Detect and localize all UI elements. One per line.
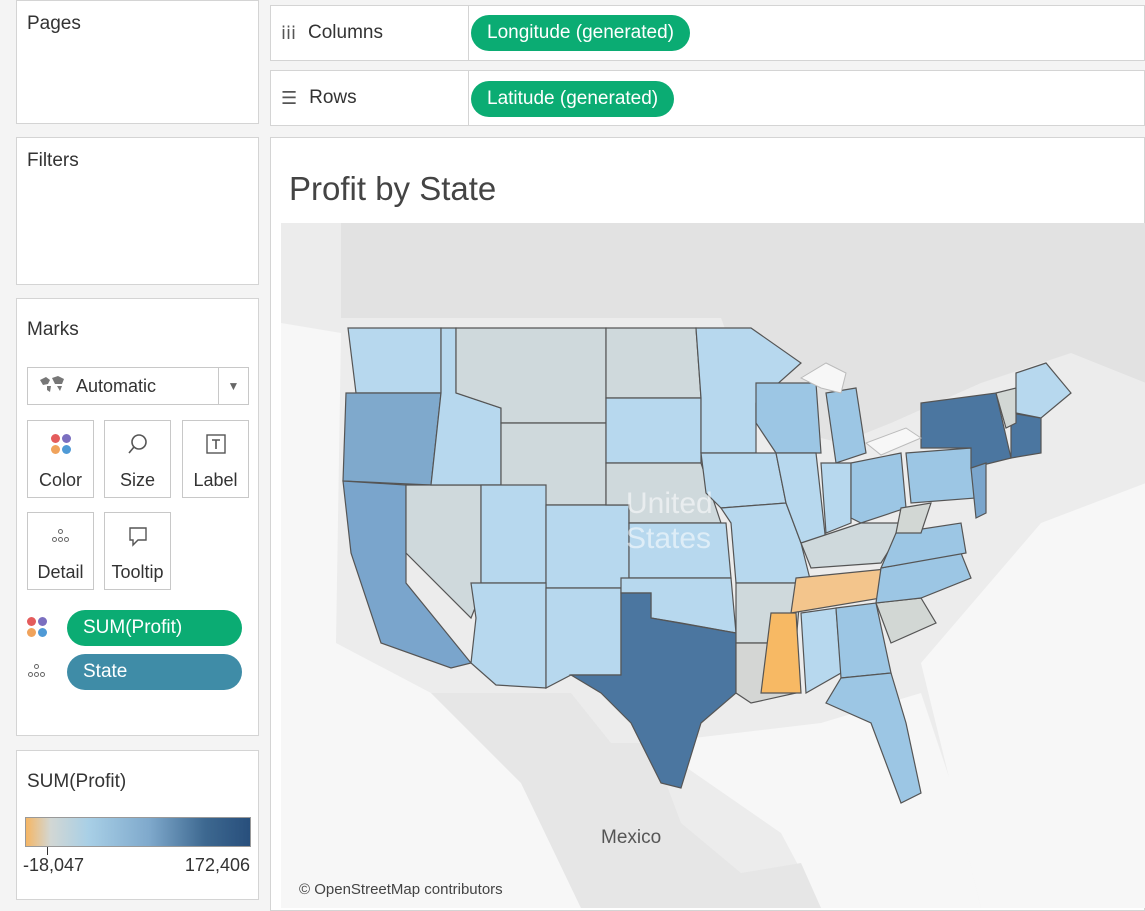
pages-title: Pages bbox=[27, 13, 81, 34]
tooltip-button[interactable]: Tooltip bbox=[104, 512, 171, 590]
label-icon bbox=[183, 431, 248, 457]
marks-card: Marks Automatic ▼ Color Size Label Detai… bbox=[16, 298, 259, 736]
map-mark-icon bbox=[38, 374, 70, 399]
state-south-carolina[interactable] bbox=[875, 597, 937, 644]
state-utah[interactable] bbox=[480, 484, 547, 584]
color-legend[interactable]: SUM(Profit) -18,047 172,406 bbox=[16, 750, 259, 900]
legend-min-label: -18,047 bbox=[23, 855, 85, 875]
color-icon bbox=[27, 617, 47, 637]
size-icon bbox=[105, 431, 170, 457]
size-label: Size bbox=[119, 470, 155, 490]
state-north-dakota[interactable] bbox=[605, 327, 702, 399]
rows-shelf[interactable]: ☰ Rows Latitude (generated) bbox=[270, 70, 1145, 126]
color-label: Color bbox=[38, 470, 82, 490]
state-south-dakota[interactable] bbox=[605, 397, 702, 464]
state-new-mexico[interactable] bbox=[545, 587, 622, 689]
label-mexico: Mexico bbox=[601, 827, 661, 848]
legend-gradient bbox=[25, 817, 251, 847]
pages-card[interactable]: Pages bbox=[16, 0, 259, 124]
detail-button[interactable]: Detail bbox=[27, 512, 94, 590]
marks-title: Marks bbox=[27, 319, 79, 340]
lake-erie bbox=[865, 427, 923, 456]
longitude-pill[interactable]: Longitude (generated) bbox=[471, 15, 690, 51]
sum-profit-pill[interactable]: SUM(Profit) bbox=[67, 610, 242, 646]
state-arizona[interactable] bbox=[470, 582, 547, 689]
chevron-down-icon[interactable]: ▼ bbox=[218, 368, 248, 404]
label-label: Label bbox=[193, 470, 238, 490]
map-attribution[interactable]: © OpenStreetMap contributors bbox=[299, 881, 503, 898]
state-pill[interactable]: State bbox=[67, 654, 242, 690]
map-canvas[interactable]: United States Mexico bbox=[281, 223, 1145, 908]
size-button[interactable]: Size bbox=[104, 420, 171, 498]
viz-title: Profit by State bbox=[289, 170, 497, 207]
tooltip-icon bbox=[105, 523, 170, 549]
state-colorado[interactable] bbox=[545, 504, 630, 589]
viz-pane: Profit by State United States Mexico © O… bbox=[270, 137, 1145, 911]
label-united: United bbox=[626, 487, 713, 520]
rows-shelf-label: ☰ Rows bbox=[271, 71, 469, 125]
state-maine[interactable] bbox=[1015, 362, 1072, 419]
columns-label: Columns bbox=[308, 22, 383, 43]
state-ohio[interactable] bbox=[850, 452, 907, 524]
detail-icon bbox=[28, 523, 93, 549]
legend-max-label: 172,406 bbox=[184, 855, 250, 875]
state-new-jersey[interactable] bbox=[970, 462, 987, 519]
columns-shelf[interactable]: iii Columns Longitude (generated) bbox=[270, 5, 1145, 61]
map-view[interactable]: United States Mexico © OpenStreetMap con… bbox=[281, 223, 1145, 908]
latitude-pill[interactable]: Latitude (generated) bbox=[471, 81, 675, 117]
state-indiana[interactable] bbox=[820, 462, 852, 534]
filters-card[interactable]: Filters bbox=[16, 137, 259, 285]
state-alabama[interactable] bbox=[800, 607, 842, 694]
state-iowa[interactable] bbox=[700, 452, 787, 509]
tooltip-label: Tooltip bbox=[111, 562, 164, 582]
label-states: States bbox=[626, 522, 711, 555]
color-button[interactable]: Color bbox=[27, 420, 94, 498]
state-washington[interactable] bbox=[347, 327, 442, 394]
state-wisconsin[interactable] bbox=[755, 382, 822, 454]
legend-title: SUM(Profit) bbox=[27, 771, 127, 792]
columns-icon: iii bbox=[281, 22, 297, 44]
detail-label: Detail bbox=[37, 562, 84, 582]
columns-shelf-label: iii Columns bbox=[271, 6, 469, 60]
rows-icon: ☰ bbox=[281, 87, 298, 109]
mark-type-value: Automatic bbox=[76, 375, 157, 396]
state-pennsylvania[interactable] bbox=[905, 447, 977, 504]
rows-label: Rows bbox=[309, 87, 357, 108]
label-button[interactable]: Label bbox=[182, 420, 249, 498]
mark-type-dropdown[interactable]: Automatic ▼ bbox=[27, 367, 249, 405]
state-oregon[interactable] bbox=[342, 392, 442, 486]
legend-zero-tick bbox=[47, 847, 48, 855]
color-icon bbox=[28, 431, 93, 457]
filters-title: Filters bbox=[27, 150, 79, 171]
